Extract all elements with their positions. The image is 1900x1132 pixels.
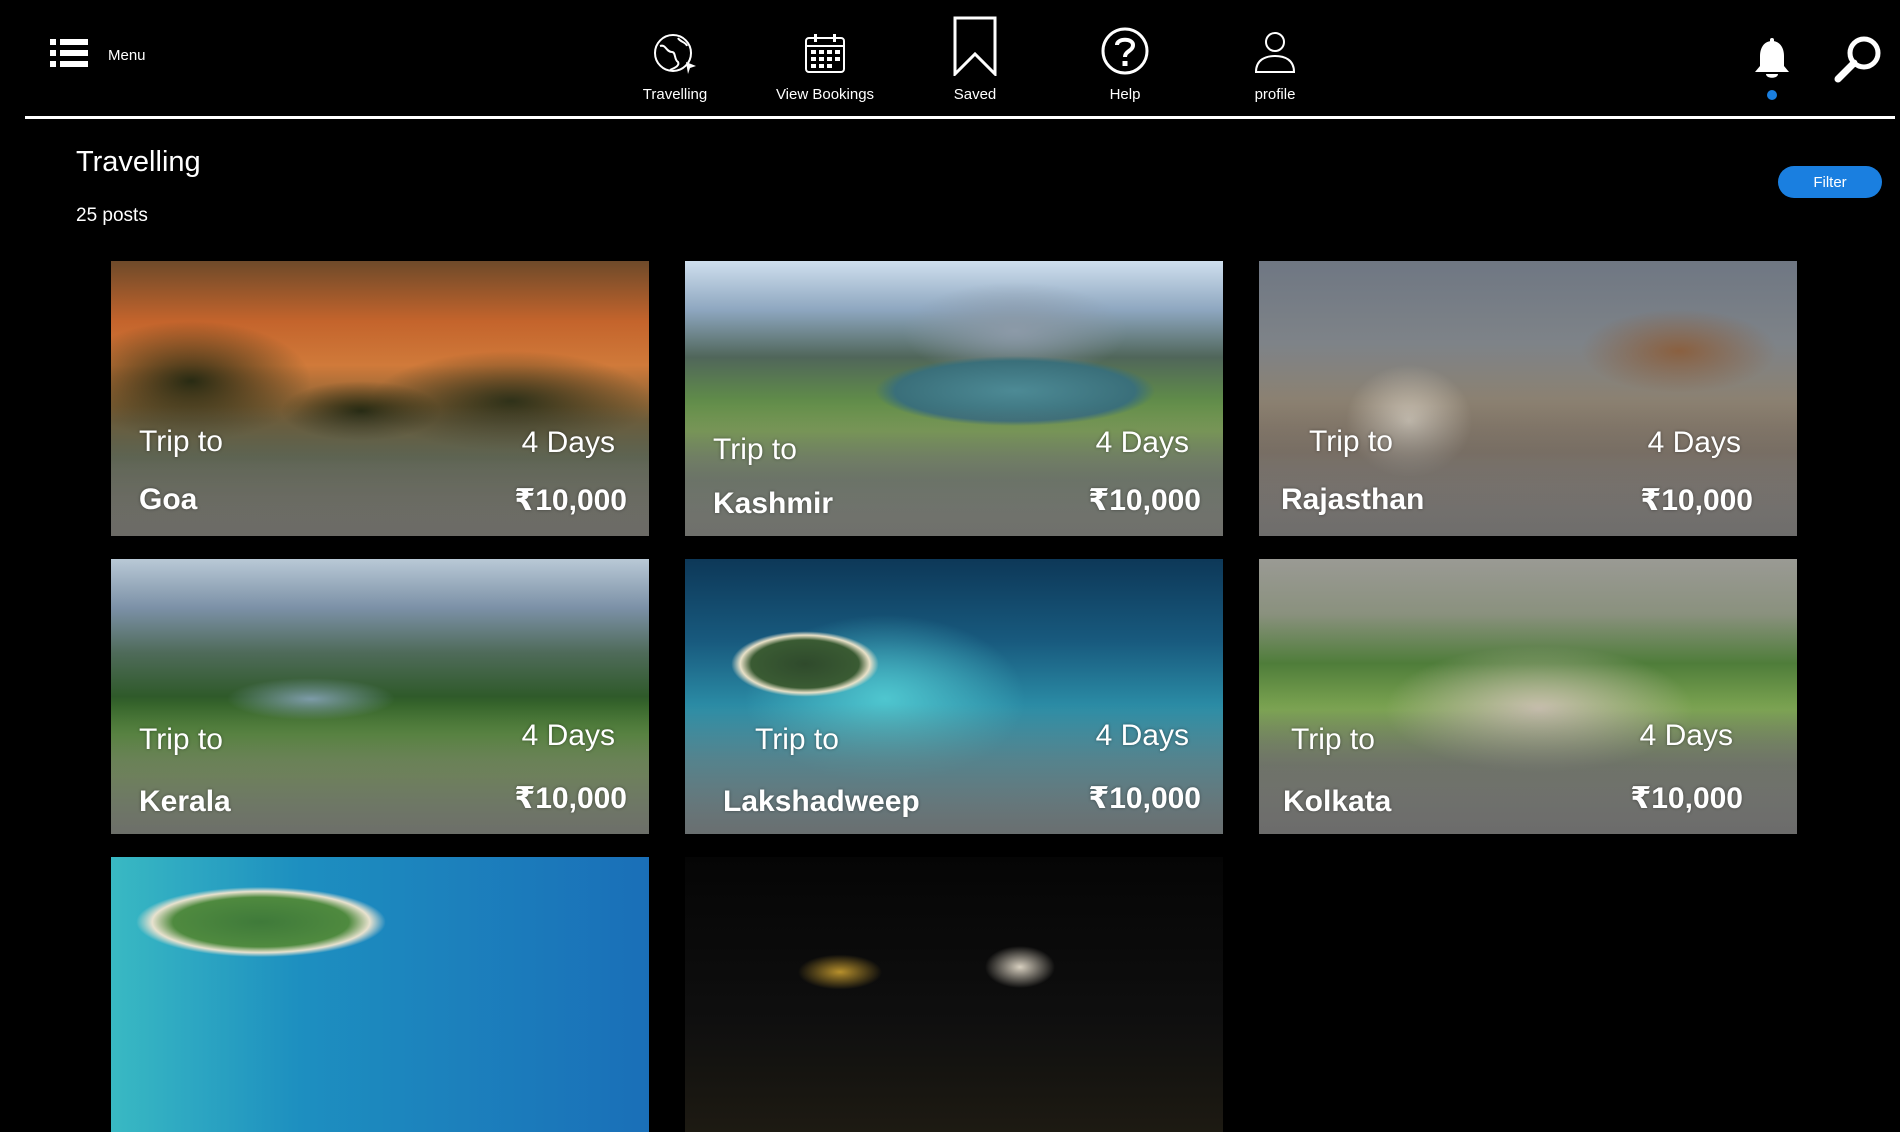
trip-duration: 4 Days (521, 426, 615, 459)
nav-view-bookings[interactable]: View Bookings (750, 14, 900, 103)
filter-button[interactable]: Filter (1778, 166, 1882, 198)
trip-card-goa[interactable]: Trip to 4 Days Goa ₹10,000 (111, 261, 649, 536)
trip-label: Trip to (1309, 425, 1393, 458)
trip-card-kolkata[interactable]: Trip to 4 Days Kolkata ₹10,000 (1259, 559, 1797, 834)
search-button[interactable] (1834, 34, 1884, 84)
calendar-icon (803, 14, 847, 76)
trip-price: ₹10,000 (514, 782, 627, 815)
bell-icon (1752, 38, 1792, 84)
trip-card-lakshadweep[interactable]: Trip to 4 Days Lakshadweep ₹10,000 (685, 559, 1223, 834)
notification-dot (1767, 90, 1777, 100)
trip-price: ₹10,000 (1088, 484, 1201, 517)
hamburger-menu-icon (50, 38, 88, 73)
trip-label: Trip to (139, 425, 223, 458)
trip-price: ₹10,000 (1640, 484, 1753, 517)
nav-saved[interactable]: Saved (900, 14, 1050, 103)
card-image (685, 857, 1223, 1132)
page-title: Travelling (76, 146, 201, 178)
trip-price: ₹10,000 (514, 484, 627, 517)
trip-place: Kashmir (713, 487, 834, 520)
trip-label: Trip to (713, 433, 797, 466)
trip-label: Trip to (1291, 723, 1375, 756)
trip-duration: 4 Days (1095, 719, 1189, 752)
main-nav: Travelling View Bookings Saved Help prof… (600, 14, 1350, 103)
header-divider (25, 116, 1895, 119)
nav-saved-label: Saved (953, 86, 997, 103)
trip-place: Goa (139, 483, 198, 516)
bookmark-icon (951, 14, 999, 76)
menu-label: Menu (108, 47, 146, 64)
nav-profile[interactable]: profile (1200, 14, 1350, 103)
nav-view-bookings-label: View Bookings (775, 86, 875, 103)
trip-card-grid: Trip to 4 Days Goa ₹10,000 Trip to 4 Day… (111, 261, 1797, 1132)
trip-duration: 4 Days (1095, 426, 1189, 459)
trip-place: Rajasthan (1281, 483, 1425, 516)
trip-card-kerala[interactable]: Trip to 4 Days Kerala ₹10,000 (111, 559, 649, 834)
profile-icon (1253, 14, 1297, 76)
post-count: 25 posts (76, 205, 148, 226)
nav-profile-label: profile (1254, 86, 1296, 103)
search-icon (1834, 36, 1884, 88)
card-image (111, 857, 649, 1132)
help-icon (1100, 14, 1150, 76)
trip-label: Trip to (755, 723, 839, 756)
trip-price: ₹10,000 (1088, 782, 1201, 815)
nav-travelling[interactable]: Travelling (600, 14, 750, 103)
trip-price: ₹10,000 (1630, 782, 1743, 815)
trip-place: Lakshadweep (723, 785, 920, 818)
globe-icon (652, 14, 698, 76)
trip-card-night-temple[interactable] (685, 857, 1223, 1132)
trip-duration: 4 Days (521, 719, 615, 752)
trip-place: Kerala (139, 785, 231, 818)
menu-button[interactable]: Menu (50, 38, 146, 73)
nav-travelling-label: Travelling (642, 86, 708, 103)
nav-help-label: Help (1109, 86, 1141, 103)
trip-place: Kolkata (1283, 785, 1392, 818)
trip-card-rajasthan[interactable]: Trip to 4 Days Rajasthan ₹10,000 (1259, 261, 1797, 536)
nav-help[interactable]: Help (1050, 14, 1200, 103)
trip-duration: 4 Days (1639, 719, 1733, 752)
trip-card-island[interactable] (111, 857, 649, 1132)
notifications-button[interactable] (1752, 38, 1792, 100)
trip-card-kashmir[interactable]: Trip to 4 Days Kashmir ₹10,000 (685, 261, 1223, 536)
top-navigation-bar: Menu Travelling View Bookings Saved Help… (0, 0, 1900, 118)
trip-duration: 4 Days (1647, 426, 1741, 459)
trip-label: Trip to (139, 723, 223, 756)
